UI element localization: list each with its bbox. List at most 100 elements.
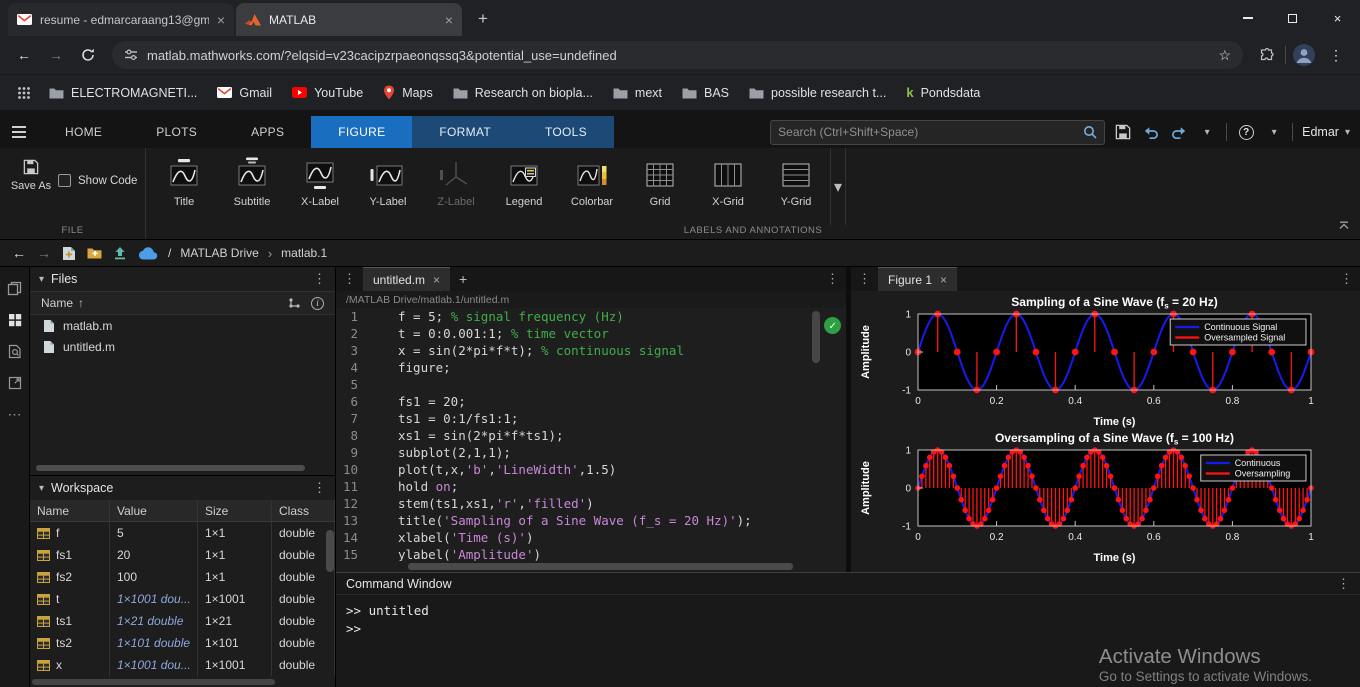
code-line-1[interactable]: 1f = 5; % signal frequency (Hz) bbox=[336, 308, 846, 325]
quick-undo-icon[interactable] bbox=[1142, 126, 1160, 139]
code-line-6[interactable]: 6fs1 = 20; bbox=[336, 393, 846, 410]
code-line-14[interactable]: 14xlabel('Time (s)') bbox=[336, 529, 846, 546]
chrome-menu-icon[interactable]: ⋮ bbox=[1322, 41, 1350, 69]
search-input[interactable] bbox=[778, 125, 1077, 139]
name-column-label[interactable]: Name bbox=[41, 296, 73, 310]
quick-help-icon[interactable]: ? bbox=[1237, 125, 1255, 140]
tab-close-icon[interactable]: × bbox=[940, 273, 947, 287]
gallery-more-button[interactable]: ▾ bbox=[830, 148, 846, 225]
bookmark-maps[interactable]: Maps bbox=[374, 81, 442, 104]
quick-dropdown-icon[interactable]: ▾ bbox=[1265, 127, 1283, 138]
search-icon[interactable] bbox=[1083, 125, 1097, 139]
browser-tab-resume-edmarcaraang13-gm[interactable]: resume - edmarcaraang13@gm× bbox=[8, 3, 234, 36]
editor-group-menu-icon[interactable]: ⋮ bbox=[819, 271, 846, 287]
figure-tab[interactable]: Figure 1 × bbox=[878, 267, 957, 291]
toolstrip-tab-apps[interactable]: APPS bbox=[224, 116, 311, 148]
tab-close-icon[interactable]: × bbox=[433, 273, 440, 287]
show-code-toggle[interactable]: Show Code bbox=[58, 174, 137, 187]
workspace-column-value[interactable]: Value bbox=[110, 500, 198, 521]
tab-close-icon[interactable]: × bbox=[217, 12, 225, 28]
save-as-button[interactable]: Save As bbox=[8, 158, 54, 192]
hierarchy-icon[interactable] bbox=[288, 297, 301, 309]
quick-redo-icon[interactable] bbox=[1170, 126, 1188, 139]
code-line-7[interactable]: 7ts1 = 0:1/fs1:1; bbox=[336, 410, 846, 427]
maximize-button[interactable] bbox=[1270, 0, 1315, 36]
collapse-caret-icon[interactable]: ▾ bbox=[39, 274, 44, 285]
breadcrumb-matlab-1[interactable]: matlab.1 bbox=[281, 246, 327, 260]
command-line-2[interactable]: >> bbox=[346, 620, 1350, 638]
bookmark-gmail[interactable]: Gmail bbox=[208, 82, 281, 104]
code-line-9[interactable]: 9subplot(2,1,1); bbox=[336, 444, 846, 461]
url-text[interactable]: matlab.mathworks.com/?elqsid=v23cacipzrp… bbox=[147, 48, 1209, 63]
hamburger-menu-icon[interactable] bbox=[0, 116, 38, 148]
minimize-button[interactable] bbox=[1225, 0, 1270, 36]
code-line-15[interactable]: 15ylabel('Amplitude') bbox=[336, 546, 846, 561]
quick-save-icon[interactable] bbox=[1114, 123, 1132, 141]
file-untitled-m[interactable]: untitled.m bbox=[30, 336, 335, 357]
browser-tab-matlab[interactable]: MATLAB× bbox=[236, 3, 462, 36]
pages-panel-icon[interactable] bbox=[7, 281, 22, 296]
code-line-5[interactable]: 5 bbox=[336, 376, 846, 393]
file-matlab-m[interactable]: matlab.m bbox=[30, 315, 335, 336]
tab-close-icon[interactable]: × bbox=[445, 12, 453, 28]
toolstrip-tab-plots[interactable]: PLOTS bbox=[129, 116, 224, 148]
workspace-column-size[interactable]: Size bbox=[198, 500, 272, 521]
path-forward-arrow-icon[interactable]: → bbox=[37, 246, 51, 260]
workspace-vertical-scrollbar[interactable] bbox=[326, 530, 334, 572]
files-column-header[interactable]: Name ↑ i bbox=[30, 291, 335, 315]
omnibox[interactable]: matlab.mathworks.com/?elqsid=v23cacipzrp… bbox=[112, 41, 1243, 69]
info-icon[interactable]: i bbox=[311, 297, 324, 310]
toolstrip-tab-figure[interactable]: FIGURE bbox=[311, 116, 412, 148]
forward-icon[interactable]: → bbox=[42, 41, 70, 69]
workspace-row-ts2[interactable]: ts21×101 double1×101double bbox=[30, 632, 335, 654]
workspace-row-fs1[interactable]: fs1201×1double bbox=[30, 544, 335, 566]
workspace-panel-header[interactable]: ▾ Workspace ⋮ bbox=[30, 476, 335, 500]
reload-icon[interactable] bbox=[74, 41, 102, 69]
workspace-horizontal-scrollbar[interactable] bbox=[30, 677, 335, 687]
workspace-row-fs2[interactable]: fs21001×1double bbox=[30, 566, 335, 588]
workspace-row-f[interactable]: f51×1double bbox=[30, 522, 335, 544]
apps-grid-icon[interactable] bbox=[10, 79, 38, 107]
editor-horizontal-scrollbar[interactable] bbox=[336, 561, 846, 572]
workspace-column-name[interactable]: Name bbox=[30, 500, 110, 521]
path-new-script-icon[interactable] bbox=[62, 246, 76, 261]
editor-vertical-scrollbar[interactable] bbox=[812, 311, 820, 363]
path-back-arrow-icon[interactable]: ← bbox=[12, 246, 26, 260]
bookmark-youtube[interactable]: YouTube bbox=[283, 82, 372, 104]
toolstrip-tab-tools[interactable]: TOOLS bbox=[518, 116, 614, 148]
path-cloud-icon[interactable] bbox=[138, 247, 158, 260]
workspace-column-class[interactable]: Class bbox=[272, 500, 335, 521]
site-settings-icon[interactable] bbox=[124, 48, 138, 62]
new-document-button[interactable]: + bbox=[450, 271, 476, 287]
workspace-row-t[interactable]: t1×1001 dou...1×1001double bbox=[30, 588, 335, 610]
workspace-row-ts1[interactable]: ts11×21 double1×21double bbox=[30, 610, 335, 632]
figure-group-menu-icon[interactable]: ⋮ bbox=[1333, 271, 1360, 287]
workspace-row-x[interactable]: x1×1001 dou...1×1001double bbox=[30, 654, 335, 676]
more-options-icon[interactable]: ⋯ bbox=[8, 407, 22, 421]
command-window-header[interactable]: Command Window ⋮ bbox=[336, 573, 1360, 595]
back-icon[interactable]: ← bbox=[10, 41, 38, 69]
collapse-ribbon-icon[interactable] bbox=[1338, 217, 1350, 235]
bookmark-pondsdata[interactable]: kPondsdata bbox=[897, 81, 989, 104]
toolstrip-tab-format[interactable]: FORMAT bbox=[412, 116, 518, 148]
doc-search-panel-icon[interactable] bbox=[8, 344, 22, 359]
code-line-13[interactable]: 13title('Sampling of a Sine Wave (f_s = … bbox=[336, 512, 846, 529]
extensions-icon[interactable] bbox=[1253, 41, 1281, 69]
command-lines[interactable]: >> untitled>> bbox=[336, 595, 1360, 687]
code-line-12[interactable]: 12stem(ts1,xs1,'r','filled') bbox=[336, 495, 846, 512]
code-editor[interactable]: 1f = 5; % signal frequency (Hz)2t = 0:0.… bbox=[336, 308, 846, 561]
code-line-11[interactable]: 11hold on; bbox=[336, 478, 846, 495]
path-upload-icon[interactable] bbox=[113, 246, 127, 260]
show-code-checkbox[interactable] bbox=[58, 174, 71, 187]
editor-tab-untitled[interactable]: untitled.m × bbox=[363, 267, 450, 291]
new-tab-button[interactable]: + bbox=[470, 6, 496, 32]
code-line-3[interactable]: 3x = sin(2*pi*f*t); % continuous signal bbox=[336, 342, 846, 359]
bookmark-star-icon[interactable]: ☆ bbox=[1218, 48, 1231, 62]
toolstrip-tab-home[interactable]: HOME bbox=[38, 116, 129, 148]
path-new-folder-icon[interactable] bbox=[87, 247, 102, 259]
breadcrumb-matlab-drive[interactable]: MATLAB Drive bbox=[180, 246, 258, 260]
quick-dropdown-icon[interactable]: ▾ bbox=[1198, 127, 1216, 138]
panel-menu-icon[interactable]: ⋮ bbox=[851, 271, 878, 287]
close-button[interactable]: × bbox=[1315, 0, 1360, 36]
open-detached-icon[interactable] bbox=[8, 376, 22, 390]
